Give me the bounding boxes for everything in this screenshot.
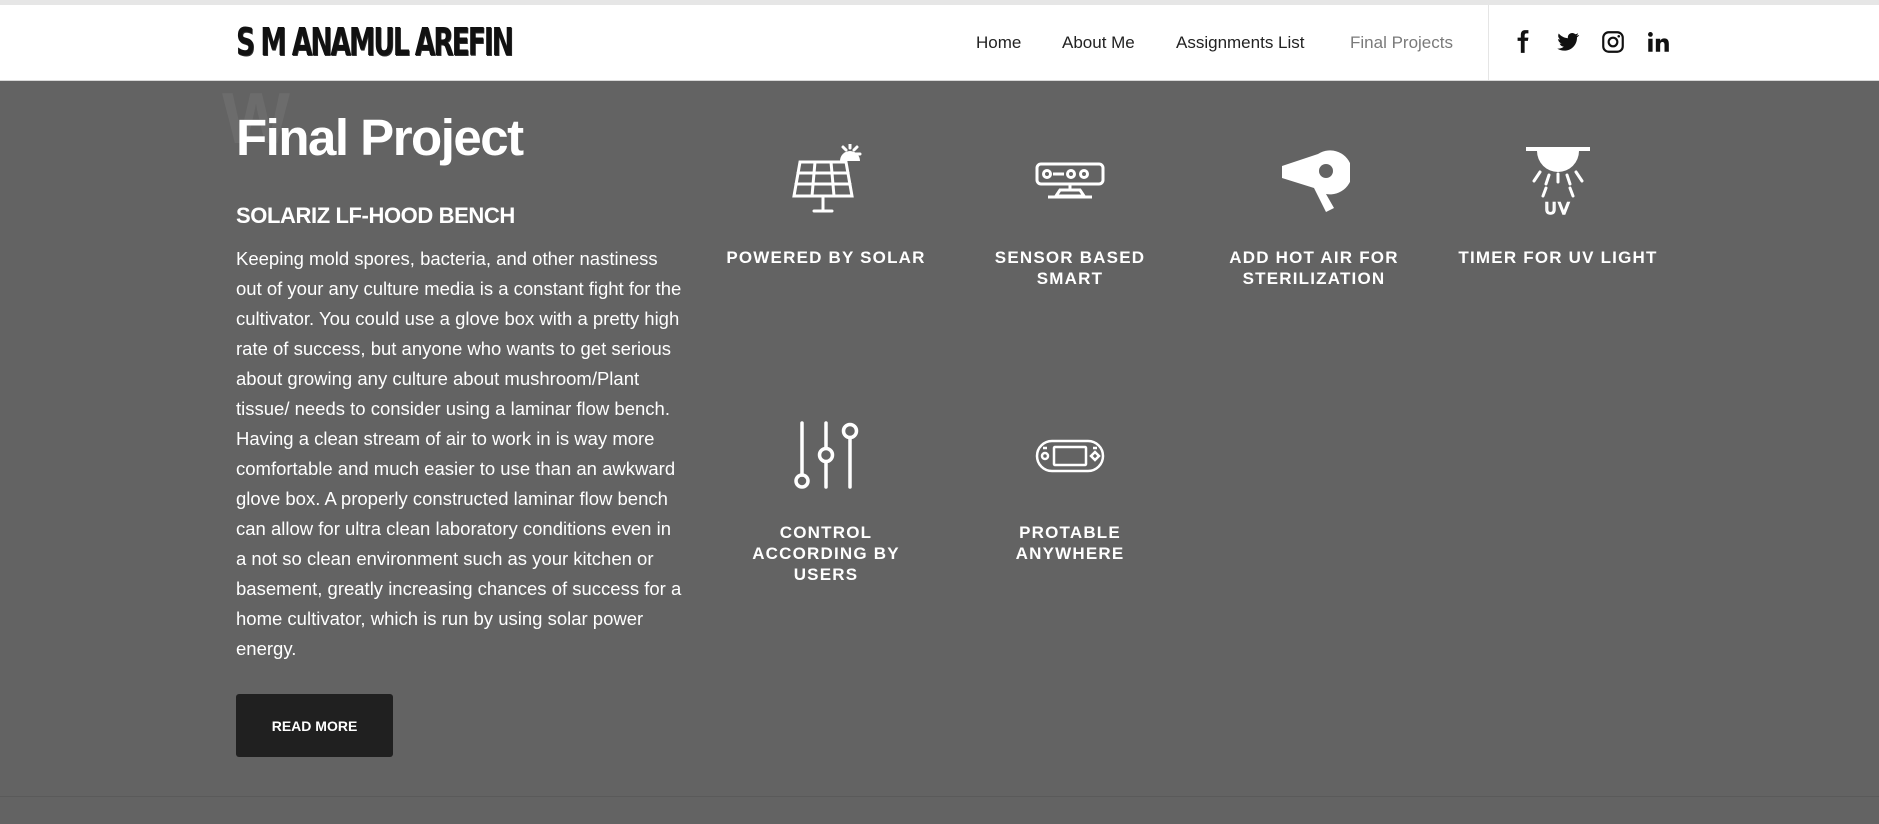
svg-text:UV: UV: [1545, 199, 1572, 216]
facebook-icon[interactable]: [1510, 29, 1536, 55]
handheld-device-icon: [1035, 439, 1105, 473]
project-name: SOLARIZ LF-HOOD BENCH: [236, 203, 515, 228]
nav-assignments-list[interactable]: Assignments List: [1176, 33, 1305, 53]
feature-control-by-users: CONTROL ACCORDING BY USERS: [726, 419, 926, 585]
uv-light-icon: UV: [1526, 147, 1590, 216]
twitter-icon[interactable]: [1555, 29, 1581, 55]
section-bottom-border: [0, 796, 1879, 797]
instagram-icon[interactable]: [1600, 29, 1626, 55]
nav-home[interactable]: Home: [976, 33, 1021, 53]
feature-label: ADD HOT AIR FOR STERILIZATION: [1229, 248, 1399, 288]
feature-label: TIMER FOR UV LIGHT: [1458, 248, 1658, 267]
feature-powered-by-solar: POWERED BY SOLAR: [726, 144, 926, 268]
read-more-button[interactable]: READ MORE: [236, 694, 393, 757]
hair-dryer-icon: [1282, 150, 1350, 212]
feature-label: CONTROL ACCORDING BY USERS: [752, 523, 900, 584]
nav-final-projects[interactable]: Final Projects: [1350, 33, 1453, 53]
feature-hot-air-sterilization: ADD HOT AIR FOR STERILIZATION: [1214, 144, 1414, 289]
sliders-icon: [794, 421, 859, 489]
page-title: Final Project: [236, 109, 524, 166]
sensor-icon: [1035, 162, 1105, 199]
site-header: S M ANAMUL AREFIN Home About Me Assignme…: [0, 5, 1879, 81]
project-description: Keeping mold spores, bacteria, and other…: [236, 248, 682, 659]
solar-panel-icon: [792, 144, 862, 213]
feature-label: PROTABLE ANYWHERE: [1015, 523, 1125, 563]
linkedin-icon[interactable]: [1645, 29, 1671, 55]
header-divider: [1488, 5, 1489, 80]
feature-label: POWERED BY SOLAR: [726, 248, 926, 267]
feature-timer-uv-light: UV TIMER FOR UV LIGHT: [1458, 144, 1658, 268]
feature-sensor-based-smart: SENSOR BASED SMART: [970, 144, 1170, 289]
feature-label: SENSOR BASED SMART: [994, 248, 1146, 288]
feature-portable-anywhere: PROTABLE ANYWHERE: [970, 419, 1170, 564]
site-logo[interactable]: S M ANAMUL AREFIN: [236, 20, 514, 64]
nav-about-me[interactable]: About Me: [1062, 33, 1135, 53]
